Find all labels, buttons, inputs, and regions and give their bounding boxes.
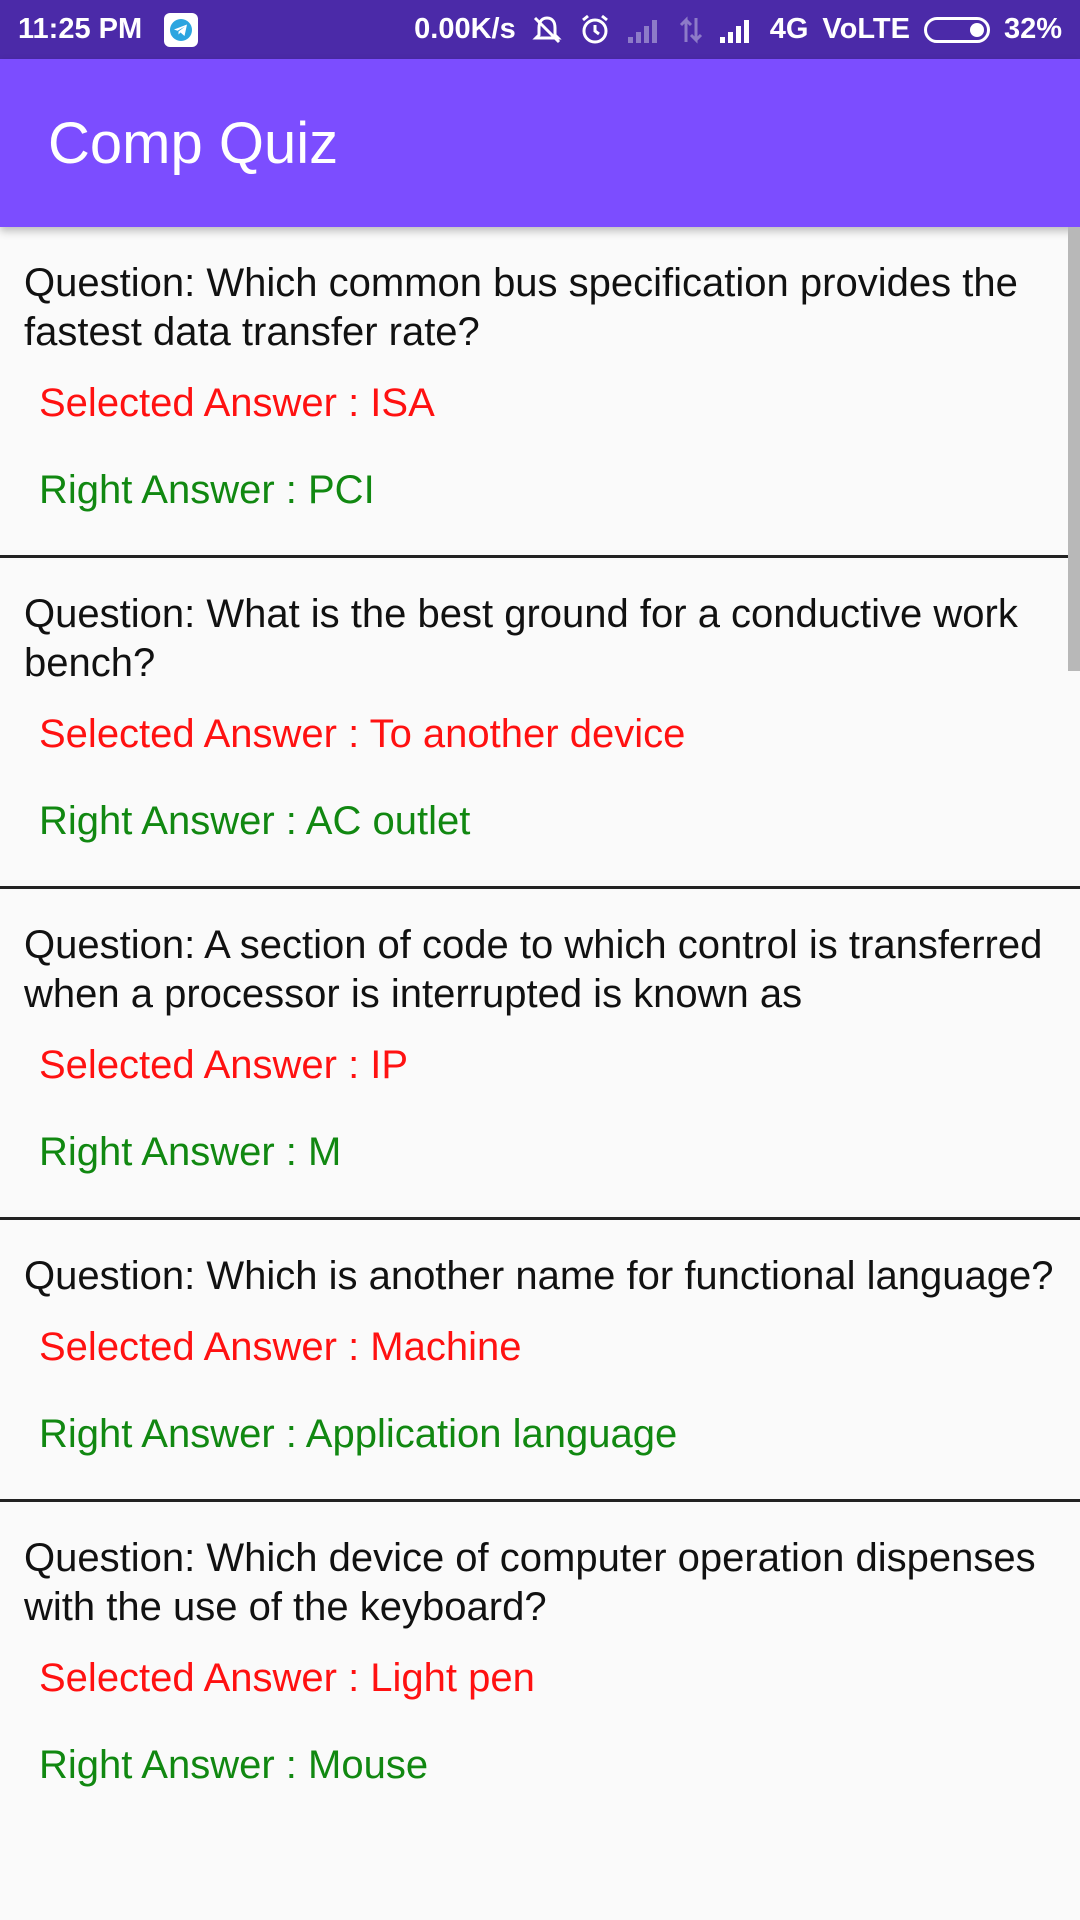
volte-label: VoLTE — [822, 13, 910, 45]
right-answer: Right Answer : Application language — [39, 1412, 678, 1456]
network-speed: 0.00K/s — [414, 13, 516, 45]
question-text: Question: Which device of computer opera… — [24, 1536, 1036, 1629]
right-answer: Right Answer : Mouse — [39, 1743, 429, 1787]
list-item[interactable]: Question: Which device of computer opera… — [0, 1502, 1080, 1830]
battery-icon — [923, 16, 990, 43]
question-text: Question: Which is another name for func… — [24, 1254, 1054, 1298]
question-text: Question: Which common bus specification… — [24, 261, 1018, 354]
list-item[interactable]: Question: What is the best ground for a … — [0, 558, 1080, 889]
app-bar: Comp Quiz — [0, 59, 1080, 227]
list-item[interactable]: Question: Which is another name for func… — [0, 1220, 1080, 1502]
mute-icon — [530, 13, 564, 47]
question-text: Question: What is the best ground for a … — [24, 592, 1018, 685]
question-text: Question: A section of code to which con… — [24, 923, 1043, 1016]
status-time: 11:25 PM — [18, 13, 143, 45]
signal-icon — [718, 15, 756, 45]
right-answer: Right Answer : PCI — [39, 468, 375, 512]
status-bar: 11:25 PM 0.00K/s 4G VoLTE 32% — [0, 0, 1080, 59]
selected-answer: Selected Answer : ISA — [39, 381, 435, 425]
alarm-icon — [578, 13, 612, 47]
right-answer: Right Answer : M — [39, 1130, 342, 1174]
signal-icon — [626, 15, 664, 45]
list-item[interactable]: Question: A section of code to which con… — [0, 889, 1080, 1220]
selected-answer: Selected Answer : Machine — [39, 1325, 522, 1369]
battery-percent: 32% — [1003, 13, 1062, 45]
app-title: Comp Quiz — [48, 110, 339, 176]
selected-answer: Selected Answer : To another device — [39, 712, 686, 756]
selected-answer: Selected Answer : IP — [39, 1043, 409, 1087]
selected-answer: Selected Answer : Light pen — [39, 1656, 535, 1700]
scrollbar[interactable] — [1068, 227, 1080, 671]
quiz-results-list[interactable]: Question: Which common bus specification… — [0, 227, 1080, 1920]
list-item[interactable]: Question: Which common bus specification… — [0, 227, 1080, 558]
data-arrows-icon — [678, 14, 704, 46]
telegram-icon — [164, 12, 199, 47]
network-type: 4G — [769, 13, 809, 45]
right-answer: Right Answer : AC outlet — [39, 799, 471, 843]
